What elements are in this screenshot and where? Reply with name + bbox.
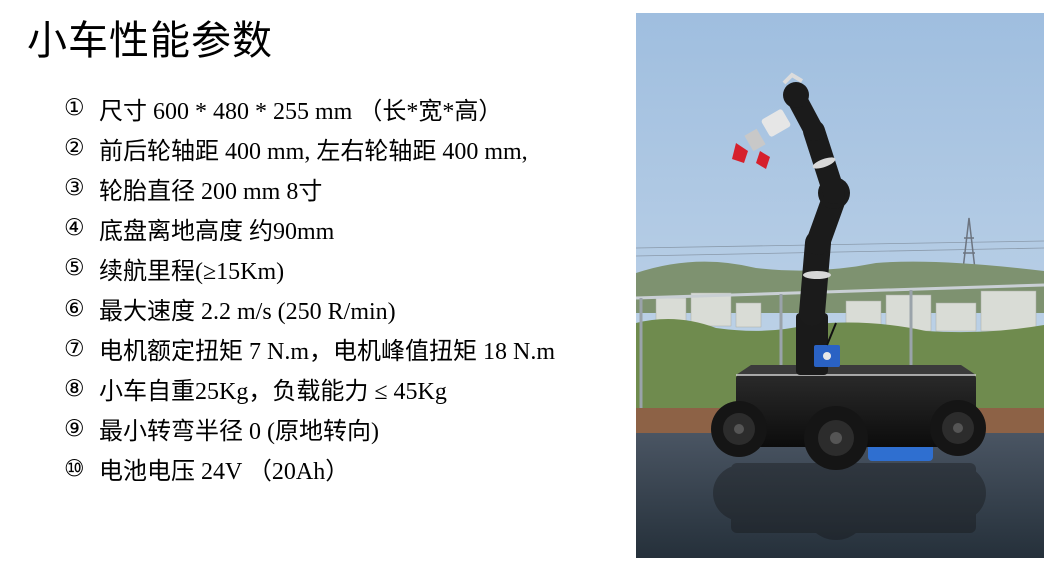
- spec-item: ⑥ 最大速度 2.2 m/s (250 R/min): [64, 288, 555, 328]
- spec-text: 续航里程(≥15Km): [99, 258, 285, 285]
- spec-text: 最小转弯半径 0 (原地转向): [99, 419, 379, 446]
- page-title: 小车性能参数: [27, 18, 273, 64]
- spec-item: ② 前后轮轴距 400 mm, 左右轮轴距 400 mm,: [64, 128, 555, 168]
- spec-item: ① 尺寸 600 * 480 * 255 mm （长*宽*高）: [64, 88, 555, 128]
- spec-number: ⑨: [64, 415, 85, 442]
- spec-text: 尺寸 600 * 480 * 255 mm （长*宽*高）: [99, 98, 503, 125]
- wheel-rear-left: [711, 401, 767, 457]
- spec-item: ⑨ 最小转弯半径 0 (原地转向): [64, 409, 555, 449]
- spec-item: ④ 底盘离地高度 约90mm: [64, 208, 555, 248]
- spec-number: ③: [64, 175, 85, 202]
- spec-text: 小车自重25Kg，负载能力 ≤ 45Kg: [99, 379, 447, 406]
- spec-item: ⑩ 电池电压 24V （20Ah）: [64, 449, 555, 489]
- spec-item: ⑧ 小车自重25Kg，负载能力 ≤ 45Kg: [64, 369, 555, 409]
- spec-item: ⑤ 续航里程(≥15Km): [64, 248, 555, 288]
- spec-text: 电池电压 24V （20Ah）: [99, 459, 350, 486]
- spec-text: 底盘离地高度 约90mm: [99, 218, 335, 245]
- spec-text: 最大速度 2.2 m/s (250 R/min): [99, 299, 396, 326]
- robot-photo-illustration: [636, 13, 1044, 558]
- spec-number: ⑥: [64, 295, 85, 322]
- spec-number: ①: [64, 95, 85, 122]
- spec-item: ③ 轮胎直径 200 mm 8寸: [64, 168, 555, 208]
- spec-number: ⑧: [64, 375, 85, 402]
- spec-number: ⑤: [64, 255, 85, 282]
- spec-number: ②: [64, 135, 85, 162]
- spec-list: ① 尺寸 600 * 480 * 255 mm （长*宽*高） ② 前后轮轴距 40…: [64, 88, 555, 489]
- spec-text: 轮胎直径 200 mm 8寸: [99, 178, 323, 205]
- spec-text: 电机额定扭矩 7 N.m，电机峰值扭矩 18 N.m: [99, 339, 555, 366]
- spec-number: ⑦: [64, 335, 85, 362]
- spec-item: ⑦ 电机额定扭矩 7 N.m，电机峰值扭矩 18 N.m: [64, 329, 555, 369]
- spec-number: ⑩: [64, 455, 85, 482]
- spec-number: ④: [64, 215, 85, 242]
- robot-photo: [636, 13, 1044, 558]
- spec-text: 前后轮轴距 400 mm, 左右轮轴距 400 mm,: [99, 138, 528, 165]
